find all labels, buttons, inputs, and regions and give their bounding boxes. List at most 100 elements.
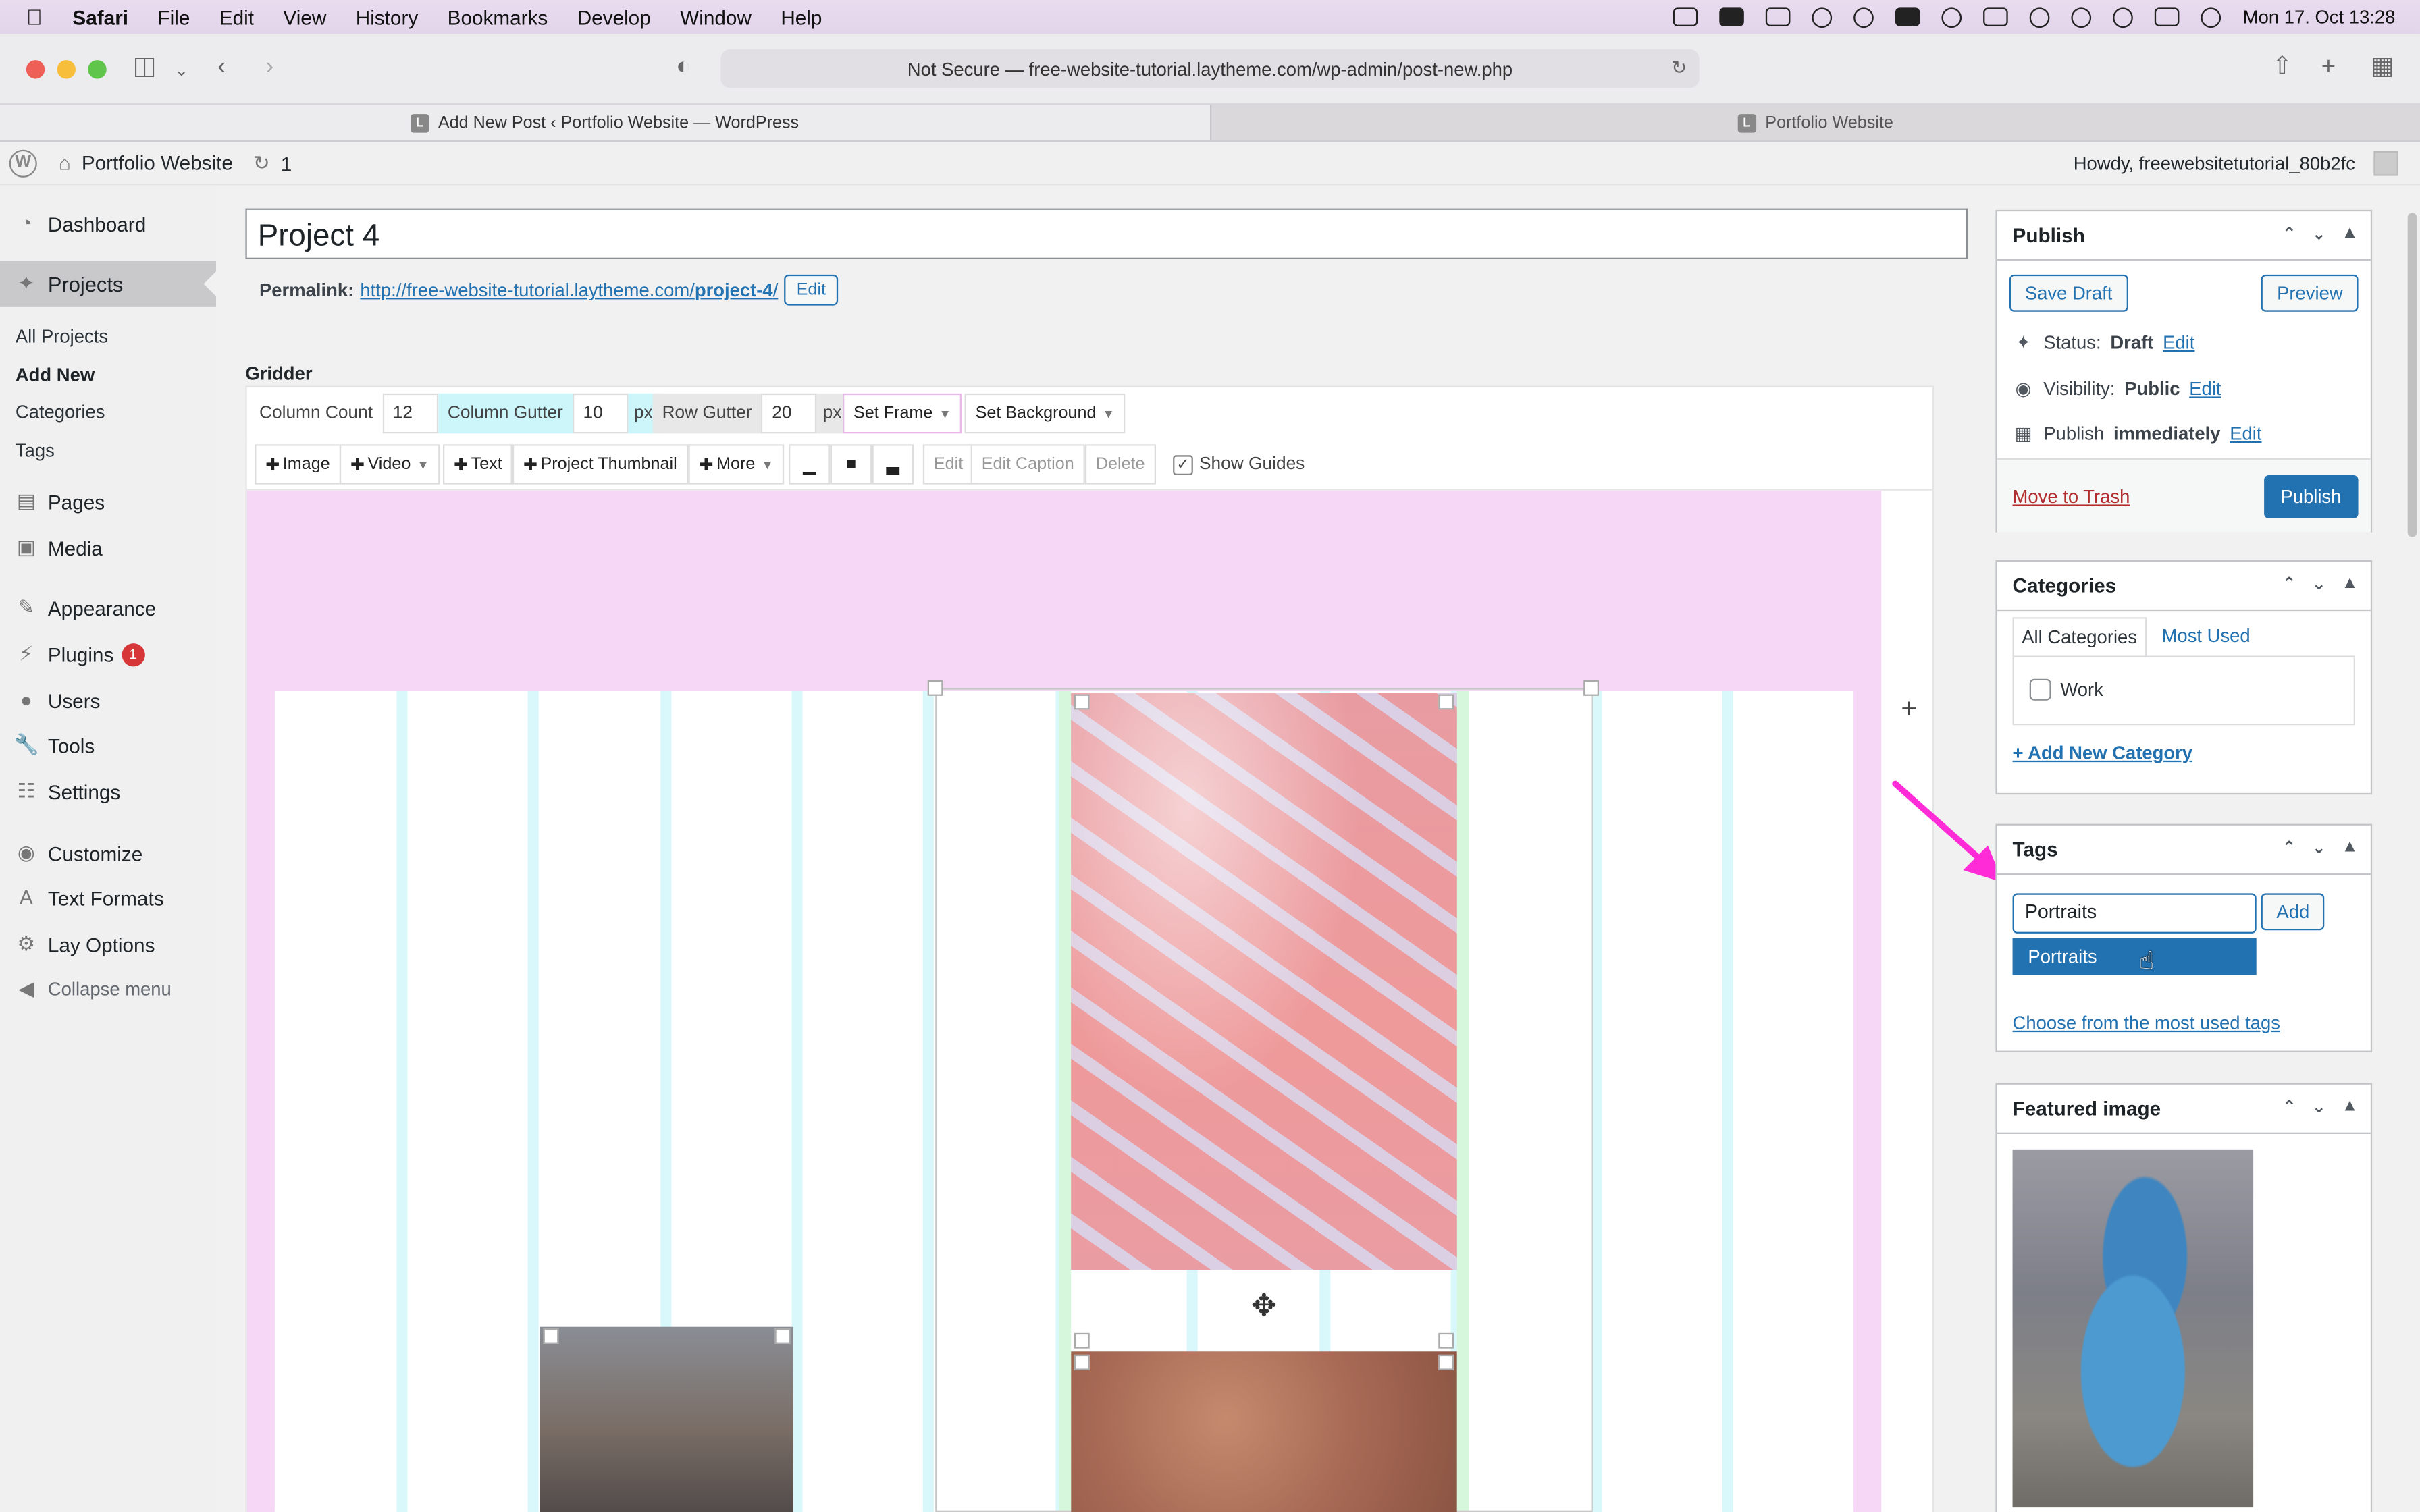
tab-all-categories[interactable]: All Categories <box>2012 617 2147 656</box>
permalink-edit-button[interactable]: Edit <box>784 274 839 306</box>
sidebar-item-settings[interactable]: ☷ Settings <box>0 772 216 811</box>
spotlight-icon[interactable] <box>2113 7 2134 27</box>
menu-help[interactable]: Help <box>781 5 822 28</box>
building-photo[interactable] <box>540 1326 793 1512</box>
edit-element-button[interactable]: Edit <box>922 444 974 485</box>
add-video-button[interactable]: ✚ Video ▼ <box>339 444 440 485</box>
close-window-button[interactable] <box>26 60 45 79</box>
resize-handle[interactable] <box>1438 694 1454 710</box>
sidebar-item-dashboard[interactable]: ◔ Dashboard <box>0 204 216 244</box>
apple-icon[interactable]:  <box>26 6 48 28</box>
move-to-trash-link[interactable]: Move to Trash <box>2013 486 2130 508</box>
sidebar-item-tools[interactable]: 🔧 Tools <box>0 725 216 765</box>
tab-most-used[interactable]: Most Used <box>2146 617 2259 656</box>
zoom-window-button[interactable] <box>88 60 107 79</box>
privacy-shield-icon[interactable]: ◐ <box>676 53 691 84</box>
move-icon[interactable]: ✥ <box>1247 1290 1281 1324</box>
tadpoles-photo[interactable] <box>1071 1351 1457 1512</box>
add-row-plus-icon[interactable]: + <box>1891 691 1928 728</box>
sidebar-sub-all-projects[interactable]: All Projects <box>16 325 108 347</box>
resize-handle[interactable] <box>1074 694 1090 710</box>
pink-ice-photo[interactable] <box>1071 693 1457 1270</box>
move-up-icon[interactable]: ⌃ <box>2282 574 2296 594</box>
column-count-input[interactable]: 12 <box>382 393 438 434</box>
sidebar-collapse-menu[interactable]: ◀ Collapse menu <box>0 969 216 1008</box>
checkbox-checked-icon[interactable]: ✓ <box>1173 454 1193 475</box>
resize-handle[interactable] <box>1074 1354 1090 1370</box>
publish-button[interactable]: Publish <box>2263 475 2359 518</box>
category-checkbox[interactable] <box>2029 678 2051 701</box>
sidebar-sub-categories[interactable]: Categories <box>16 401 105 423</box>
sidebar-item-lay-options[interactable]: ⚙ Lay Options <box>0 924 216 964</box>
resize-handle[interactable] <box>1583 680 1599 696</box>
visibility-edit-link[interactable]: Edit <box>2189 378 2221 400</box>
menu-view[interactable]: View <box>283 5 326 28</box>
save-draft-button[interactable]: Save Draft <box>2009 274 2128 312</box>
sidebar-item-plugins[interactable]: ⚡ Plugins 1 <box>0 634 216 674</box>
sidebar-item-text-formats[interactable]: A Text Formats <box>0 878 216 918</box>
siri-icon[interactable] <box>2201 7 2221 27</box>
set-frame-button[interactable]: Set Frame ▼ <box>842 393 962 434</box>
tab-overview-icon[interactable]: ▦ <box>2371 53 2394 84</box>
align-bottom-icon[interactable]: ▃ <box>872 444 914 485</box>
resize-handle[interactable] <box>543 1328 559 1344</box>
menu-app-safari[interactable]: Safari <box>72 5 128 28</box>
wordpress-logo-icon[interactable]: W <box>9 149 37 178</box>
toggle-panel-icon[interactable]: ▲ <box>2342 574 2359 594</box>
list-item[interactable]: Work <box>2029 678 2103 701</box>
admin-bar-updates[interactable]: ↻ 1 <box>253 151 292 176</box>
schedule-edit-link[interactable]: Edit <box>2230 423 2261 444</box>
wifi-icon[interactable] <box>2030 7 2051 27</box>
move-down-icon[interactable]: ⌄ <box>2312 1097 2326 1116</box>
resize-handle[interactable] <box>1074 1332 1090 1349</box>
delete-element-button[interactable]: Delete <box>1084 444 1156 485</box>
add-image-button[interactable]: ✚ Image <box>255 444 341 485</box>
bluetooth-icon[interactable] <box>1853 7 1874 27</box>
address-bar[interactable]: Not Secure — free-website-tutorial.layth… <box>720 49 1700 88</box>
control-center-icon[interactable] <box>2155 7 2180 26</box>
menu-bookmarks[interactable]: Bookmarks <box>448 5 548 28</box>
screen-record-icon[interactable] <box>1673 7 1698 26</box>
column-gutter-input[interactable]: 10 <box>572 393 628 434</box>
align-top-icon[interactable]: ▁ <box>788 444 831 485</box>
tag-input[interactable]: Portraits <box>2012 893 2257 934</box>
preview-button[interactable]: Preview <box>2261 274 2359 312</box>
tag-suggestion-item[interactable]: Portraits <box>2012 938 2257 975</box>
gridder-canvas[interactable]: ✥ + <box>245 490 1934 1512</box>
choose-most-used-tags-link[interactable]: Choose from the most used tags <box>2013 1012 2280 1033</box>
move-up-icon[interactable]: ⌃ <box>2282 838 2296 857</box>
new-tab-icon[interactable]: + <box>2321 53 2336 84</box>
back-icon[interactable]: ‹ <box>217 53 226 84</box>
align-middle-icon[interactable]: ■ <box>830 444 872 485</box>
move-up-icon[interactable]: ⌃ <box>2282 1097 2296 1116</box>
edit-caption-button[interactable]: Edit Caption <box>970 444 1085 485</box>
font-app-icon[interactable] <box>1895 7 1921 26</box>
move-up-icon[interactable]: ⌃ <box>2282 223 2296 244</box>
admin-bar-howdy[interactable]: Howdy, freewebsitetutorial_80b2fc <box>2074 153 2355 174</box>
sidebar-sub-tags[interactable]: Tags <box>16 439 55 461</box>
menu-edit[interactable]: Edit <box>219 5 254 28</box>
sidebar-toggle-icon[interactable]: ◫ <box>133 53 157 84</box>
set-background-button[interactable]: Set Background ▼ <box>964 393 1126 434</box>
resize-handle[interactable] <box>1438 1354 1454 1370</box>
tab-add-new-post[interactable]: L Add New Post ‹ Portfolio Website — Wor… <box>0 105 1209 140</box>
sidebar-item-media[interactable]: ▣ Media <box>0 528 216 568</box>
avatar[interactable] <box>2373 151 2398 176</box>
resize-handle[interactable] <box>1438 1332 1454 1349</box>
post-title-input[interactable]: Project 4 <box>245 208 1968 259</box>
reload-icon[interactable]: ↻ <box>1671 57 1687 79</box>
sidebar-item-projects[interactable]: ✦ Projects <box>0 261 216 307</box>
menu-window[interactable]: Window <box>680 5 752 28</box>
sidebar-item-users[interactable]: ● Users <box>0 680 216 720</box>
move-down-icon[interactable]: ⌄ <box>2312 223 2326 244</box>
featured-image-thumbnail[interactable] <box>2012 1149 2254 1508</box>
sidebar-sub-add-new[interactable]: Add New <box>16 364 95 385</box>
dropbox-icon[interactable] <box>1719 7 1745 26</box>
menu-file[interactable]: File <box>157 5 190 28</box>
menu-develop[interactable]: Develop <box>577 5 651 28</box>
toggle-panel-icon[interactable]: ▲ <box>2342 838 2359 858</box>
add-project-thumbnail-button[interactable]: ✚ Project Thumbnail <box>512 444 688 485</box>
chevron-down-icon[interactable]: ⌄ <box>174 55 188 86</box>
share-icon[interactable]: ⇧ <box>2272 53 2293 84</box>
resize-handle[interactable] <box>774 1328 791 1344</box>
